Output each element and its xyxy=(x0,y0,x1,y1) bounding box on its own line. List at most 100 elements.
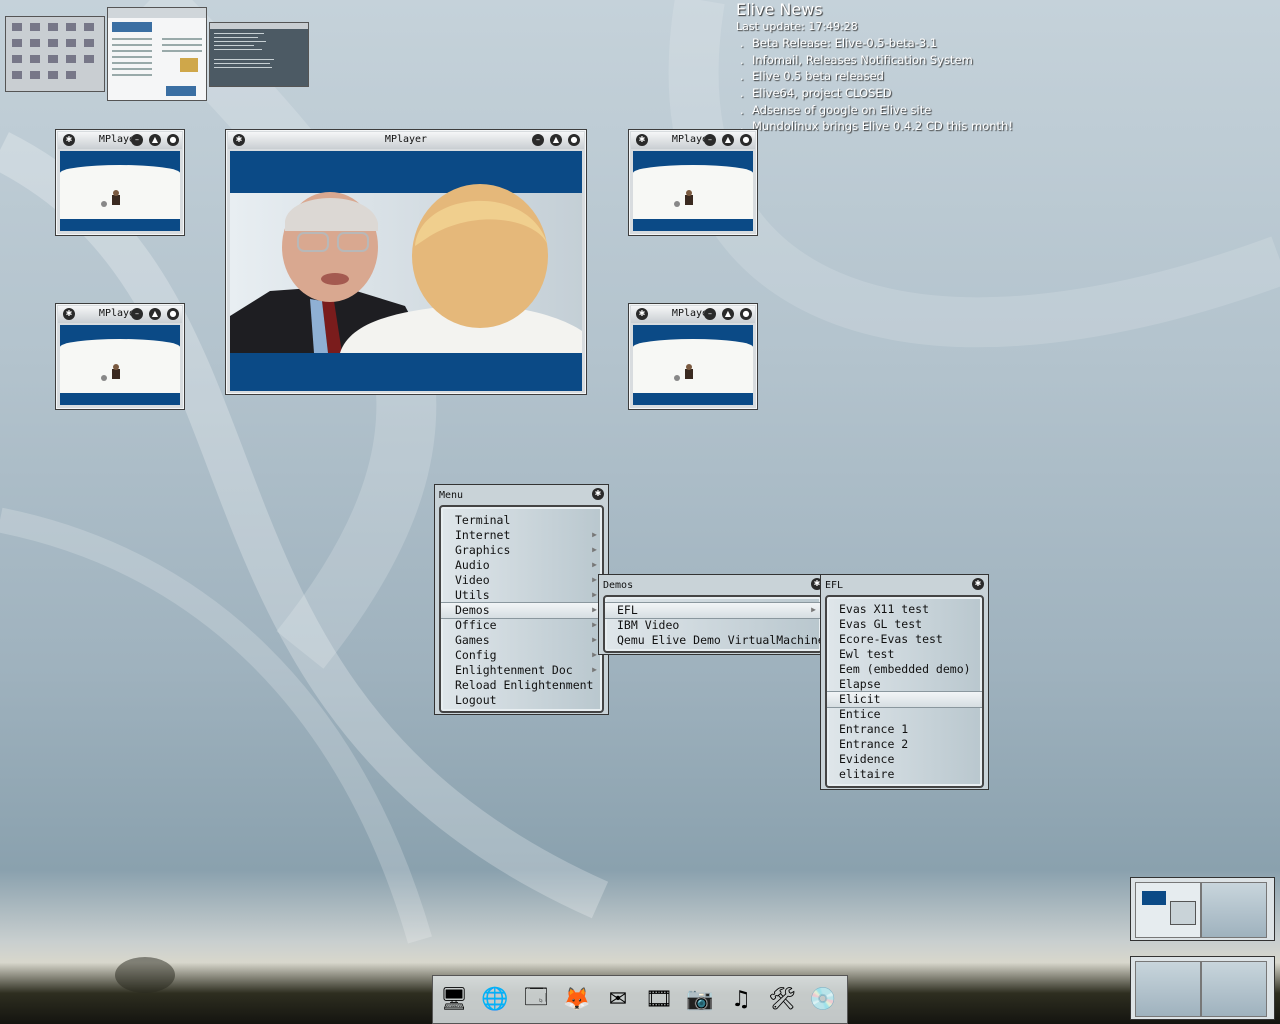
news-item[interactable]: . Adsense of google on Elive site xyxy=(736,103,1036,120)
menu-item-utils[interactable]: Utils ▶ xyxy=(441,588,602,603)
desktop-pager-1[interactable] xyxy=(1130,877,1275,941)
shade-icon[interactable]: ● xyxy=(167,308,179,320)
news-item[interactable]: . Beta Release: Elive-0.5-beta-3.1 xyxy=(736,36,1036,53)
menu-item-ecore-evas-test[interactable]: Ecore-Evas test xyxy=(827,632,982,647)
video-area[interactable] xyxy=(60,151,180,231)
maximize-icon[interactable]: ▲ xyxy=(550,134,562,146)
desktop-preview-a[interactable] xyxy=(1135,882,1201,938)
menu-item-demos[interactable]: Demos ▶ xyxy=(441,602,602,619)
video-area[interactable] xyxy=(60,325,180,405)
menu-item-reload-enlightenment[interactable]: Reload Enlightenment xyxy=(441,678,602,693)
close-icon[interactable]: ✱ xyxy=(972,578,984,590)
menu-item-games[interactable]: Games ▶ xyxy=(441,633,602,648)
main-menu-title: Menu xyxy=(439,490,464,501)
demos-menu-title: Demos xyxy=(603,580,634,591)
menu-item-eem[interactable]: Eem (embedded demo) xyxy=(827,662,982,677)
menu-item-enlightenment-doc[interactable]: Enlightenment Doc ▶ xyxy=(441,663,602,678)
news-item[interactable]: . Elive64, project CLOSED xyxy=(736,86,1036,103)
news-item[interactable]: . Infomail, Releases Notification System xyxy=(736,53,1036,70)
thunderbird-icon[interactable]: ✉ xyxy=(601,982,635,1016)
video-frame-people xyxy=(101,364,120,381)
menu-item-entrance-2[interactable]: Entrance 2 xyxy=(827,737,982,752)
menu-item-elicit[interactable]: Elicit xyxy=(827,691,982,708)
video-area[interactable] xyxy=(633,325,753,405)
news-widget: Elive News Last update: 17:49:28 . Beta R… xyxy=(736,0,1036,136)
submenu-arrow-icon: ▶ xyxy=(811,605,816,614)
efl-menu: EFL ✱ Evas X11 test Evas GL test Ecore-E… xyxy=(820,574,989,790)
firefox-icon[interactable]: 🦊 xyxy=(560,982,594,1016)
pager-desktop-3[interactable] xyxy=(209,22,309,87)
menu-item-logout[interactable]: Logout xyxy=(441,693,602,708)
mplayer-window-main[interactable]: ✱ MPlayer – ▲ ● xyxy=(225,129,587,395)
menu-item-evas-x11-test[interactable]: Evas X11 test xyxy=(827,602,982,617)
menu-item-efl[interactable]: EFL ▶ xyxy=(605,602,821,619)
tools-icon[interactable]: 🛠 xyxy=(765,982,799,1016)
close-icon[interactable]: ✱ xyxy=(592,488,604,500)
icon-grid-preview xyxy=(12,23,94,79)
pager-desktop-1[interactable] xyxy=(5,16,105,92)
menu-item-evidence[interactable]: Evidence xyxy=(827,752,982,767)
video-frame-people xyxy=(674,190,693,207)
shade-icon[interactable]: ● xyxy=(740,134,752,146)
desktop-pager-2[interactable] xyxy=(1130,956,1275,1020)
minimize-icon[interactable]: – xyxy=(131,134,143,146)
menu-item-audio[interactable]: Audio ▶ xyxy=(441,558,602,573)
news-list: . Beta Release: Elive-0.5-beta-3.1 . Infom… xyxy=(736,36,1036,136)
elive-cd-icon[interactable]: 💿 xyxy=(806,982,840,1016)
menu-item-ibm-video[interactable]: IBM Video xyxy=(605,618,821,633)
video-icon[interactable]: 🎞 xyxy=(642,982,676,1016)
maximize-icon[interactable]: ▲ xyxy=(722,308,734,320)
window-title: MPlayer xyxy=(671,308,715,319)
submenu-arrow-icon: ▶ xyxy=(592,575,597,584)
minimize-icon[interactable]: – xyxy=(131,308,143,320)
menu-item-qemu-demo[interactable]: Qemu Elive Demo VirtualMachine xyxy=(605,633,825,648)
maximize-icon[interactable]: ▲ xyxy=(149,134,161,146)
menu-item-entrance-1[interactable]: Entrance 1 xyxy=(827,722,982,737)
submenu-arrow-icon: ▶ xyxy=(592,590,597,599)
news-item[interactable]: . Elive 0.5 beta released xyxy=(736,69,1036,86)
minimize-icon[interactable]: – xyxy=(704,134,716,146)
window-title: MPlayer xyxy=(671,134,715,145)
network-icon[interactable]: 🌐 xyxy=(478,982,512,1016)
menu-item-graphics[interactable]: Graphics ▶ xyxy=(441,543,602,558)
menu-item-ewl-test[interactable]: Ewl test xyxy=(827,647,982,662)
submenu-arrow-icon: ▶ xyxy=(592,530,597,539)
menu-item-elitaire[interactable]: elitaire xyxy=(827,767,982,782)
main-menu-list: Terminal Internet ▶ Graphics ▶ Audio ▶ Vide… xyxy=(439,505,604,713)
minimize-icon[interactable]: – xyxy=(704,308,716,320)
submenu-arrow-icon: ▶ xyxy=(592,650,597,659)
shade-icon[interactable]: ● xyxy=(740,308,752,320)
video-area[interactable] xyxy=(230,151,582,391)
maximize-icon[interactable]: ▲ xyxy=(149,308,161,320)
submenu-arrow-icon: ▶ xyxy=(592,620,597,629)
mplayer-window-bottom-left[interactable]: ✱ MPlayer – ▲ ● xyxy=(55,303,185,410)
pager-desktop-2[interactable] xyxy=(107,7,207,101)
file-manager-icon[interactable]: 🗔 xyxy=(519,982,553,1016)
menu-item-entice[interactable]: Entice xyxy=(827,707,982,722)
shade-icon[interactable]: ● xyxy=(167,134,179,146)
menu-item-office[interactable]: Office ▶ xyxy=(441,618,602,633)
video-area[interactable] xyxy=(633,151,753,231)
minimize-icon[interactable]: – xyxy=(532,134,544,146)
maximize-icon[interactable]: ▲ xyxy=(722,134,734,146)
camera-icon[interactable]: 📷 xyxy=(683,982,717,1016)
shade-icon[interactable]: ● xyxy=(568,134,580,146)
desktop-preview-d[interactable] xyxy=(1201,961,1267,1017)
menu-item-config[interactable]: Config ▶ xyxy=(441,648,602,663)
music-icon[interactable]: ♫ xyxy=(724,982,758,1016)
mplayer-window-top-left[interactable]: ✱ MPlayer – ▲ ● xyxy=(55,129,185,236)
menu-item-internet[interactable]: Internet ▶ xyxy=(441,528,602,543)
demos-menu: Demos ✱ EFL ▶ IBM Video Qemu Elive Demo V… xyxy=(598,574,828,655)
menu-item-evas-gl-test[interactable]: Evas GL test xyxy=(827,617,982,632)
menu-item-video[interactable]: Video ▶ xyxy=(441,573,602,588)
menu-item-terminal[interactable]: Terminal xyxy=(441,513,602,528)
computer-icon[interactable]: 🖥 xyxy=(437,982,471,1016)
mplayer-window-top-right[interactable]: ✱ MPlayer – ▲ ● xyxy=(628,129,758,236)
news-item[interactable]: . Mundolinux brings Elive 0.4.2 CD this m… xyxy=(736,119,1036,136)
desktop-preview-c[interactable] xyxy=(1135,961,1201,1017)
window-title: MPlayer xyxy=(98,308,142,319)
desktop-preview-b[interactable] xyxy=(1201,882,1267,938)
terminal-preview xyxy=(210,23,308,68)
mplayer-window-bottom-right[interactable]: ✱ MPlayer – ▲ ● xyxy=(628,303,758,410)
menu-item-elapse[interactable]: Elapse xyxy=(827,677,982,692)
